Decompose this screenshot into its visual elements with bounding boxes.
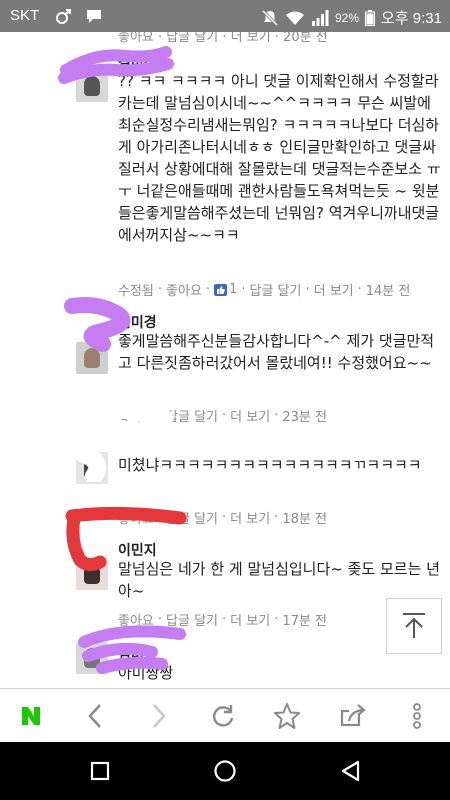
like-button[interactable]: 좋아요 bbox=[118, 610, 154, 629]
bookmark-button[interactable] bbox=[270, 699, 304, 733]
more-button[interactable]: 더 보기 bbox=[230, 508, 270, 527]
reply-button[interactable]: 답글 달기 bbox=[166, 406, 218, 425]
status-bar: SKT 92% 오후 9:31 bbox=[0, 0, 450, 32]
chevron-left-icon bbox=[88, 704, 101, 728]
comment-time: 18분 전 bbox=[282, 512, 327, 527]
arrow-up-icon bbox=[403, 613, 425, 638]
comment-actions: 좋아요 · 답글 달기 · 더 보기 · 23분 전 bbox=[118, 406, 327, 425]
clock: 오후 9:31 bbox=[381, 10, 442, 27]
share-icon bbox=[340, 704, 366, 727]
previous-comment-meta: 좋아요 · 답글 달기 · 더 보기 · 20분 전 bbox=[118, 32, 328, 45]
comment-text: 말넘심은 네가 한 게 말넘심입니다~ 좆도 모르는 년아~ bbox=[118, 560, 440, 600]
reply-button[interactable]: 답글 달기 bbox=[166, 610, 218, 629]
comment-actions: 수정됨 · 좋아요 · 1 · 답글 달기 · 더 보기 · 14분 전 bbox=[118, 280, 411, 299]
comment-time: 23분 전 bbox=[282, 410, 327, 425]
avatar[interactable] bbox=[76, 452, 108, 484]
comment-list[interactable]: 좋아요 · 답글 달기 · 더 보기 · 20분 전 김미경 ?? ㅋㅋ ㅋㅋㅋ… bbox=[0, 32, 450, 688]
like-button[interactable]: 좋아요 bbox=[166, 280, 202, 299]
reply-button[interactable]: 답글 달기 bbox=[166, 508, 218, 527]
comment-time: 14분 전 bbox=[365, 284, 411, 299]
comment-text: ?? ㅋㅋ ㅋㅋㅋㅋ 아니 댓글 이제확인해서 수정할라카는데 말넘심이시네~~… bbox=[118, 72, 441, 244]
triangle-back-icon bbox=[341, 760, 360, 782]
back-button[interactable] bbox=[78, 699, 112, 733]
menu-button[interactable] bbox=[400, 699, 434, 733]
battery-icon bbox=[365, 9, 376, 26]
naver-logo-icon bbox=[22, 707, 40, 725]
avatar[interactable] bbox=[76, 342, 108, 374]
avatar[interactable] bbox=[76, 642, 108, 674]
carrier-label: SKT bbox=[10, 7, 40, 24]
comment-time: 17분 전 bbox=[282, 614, 327, 629]
comment-text: 좋게말씀해주신분들감사합니다^-^ 제가 댓글만적고 다른짓좀하러갔어서 몰랐네… bbox=[118, 332, 435, 372]
commenter-name[interactable]: 김미경 bbox=[118, 52, 157, 72]
comment-text: 아미짱짱 bbox=[118, 664, 174, 682]
gender-icon bbox=[54, 6, 74, 26]
comment-actions: 좋아요 · 답글 달기 · 더 보기 · 18분 전 bbox=[118, 508, 327, 527]
avatar[interactable] bbox=[76, 70, 108, 102]
commenter-name[interactable]: 김미경 bbox=[118, 644, 157, 664]
browser-toolbar bbox=[0, 688, 450, 742]
thumbs-up-icon bbox=[214, 283, 228, 296]
system-nav-bar bbox=[0, 742, 450, 800]
status-right: 92% 오후 9:31 bbox=[261, 7, 442, 28]
commenter-name[interactable]: 이민지 bbox=[118, 540, 157, 560]
square-icon bbox=[90, 761, 110, 781]
talk-icon bbox=[84, 6, 104, 26]
signal-icon bbox=[312, 9, 329, 26]
scroll-to-top-button[interactable] bbox=[386, 598, 442, 654]
naver-home-button[interactable] bbox=[14, 699, 48, 733]
like-count: 1 bbox=[229, 282, 238, 297]
comment-text: 미쳤냐ㅋㅋㅋㅋㅋㅋㅋㅋㅋㅋㅋㅋㅋㅋㄲㅋㅋㅋㅋ bbox=[118, 456, 422, 474]
forward-button[interactable] bbox=[142, 699, 176, 733]
home-button[interactable] bbox=[209, 755, 241, 787]
kebab-icon bbox=[413, 703, 421, 729]
more-button[interactable]: 더 보기 bbox=[314, 280, 354, 299]
reload-button[interactable] bbox=[206, 699, 240, 733]
more-button[interactable]: 더 보기 bbox=[230, 406, 270, 425]
comment-actions: 좋아요 · 답글 달기 · 더 보기 · 17분 전 bbox=[118, 610, 327, 629]
commenter-name[interactable]: 김미경 bbox=[118, 312, 157, 332]
back-nav-button[interactable] bbox=[334, 755, 366, 787]
reply-button[interactable]: 답글 달기 bbox=[249, 280, 301, 299]
avatar[interactable] bbox=[76, 558, 108, 590]
wifi-icon bbox=[286, 11, 304, 25]
reload-icon bbox=[212, 705, 234, 727]
share-button[interactable] bbox=[336, 699, 370, 733]
circle-icon bbox=[214, 760, 236, 782]
edited-label: 수정됨 bbox=[118, 284, 154, 299]
mute-bell-icon bbox=[261, 9, 279, 26]
like-button[interactable]: 좋아요 bbox=[118, 508, 154, 527]
chevron-right-icon bbox=[153, 704, 166, 728]
more-button[interactable]: 더 보기 bbox=[230, 610, 270, 629]
star-icon bbox=[274, 703, 300, 729]
like-button[interactable]: 좋아요 bbox=[118, 406, 154, 425]
battery-percent: 92% bbox=[335, 10, 360, 25]
recent-apps-button[interactable] bbox=[84, 755, 116, 787]
